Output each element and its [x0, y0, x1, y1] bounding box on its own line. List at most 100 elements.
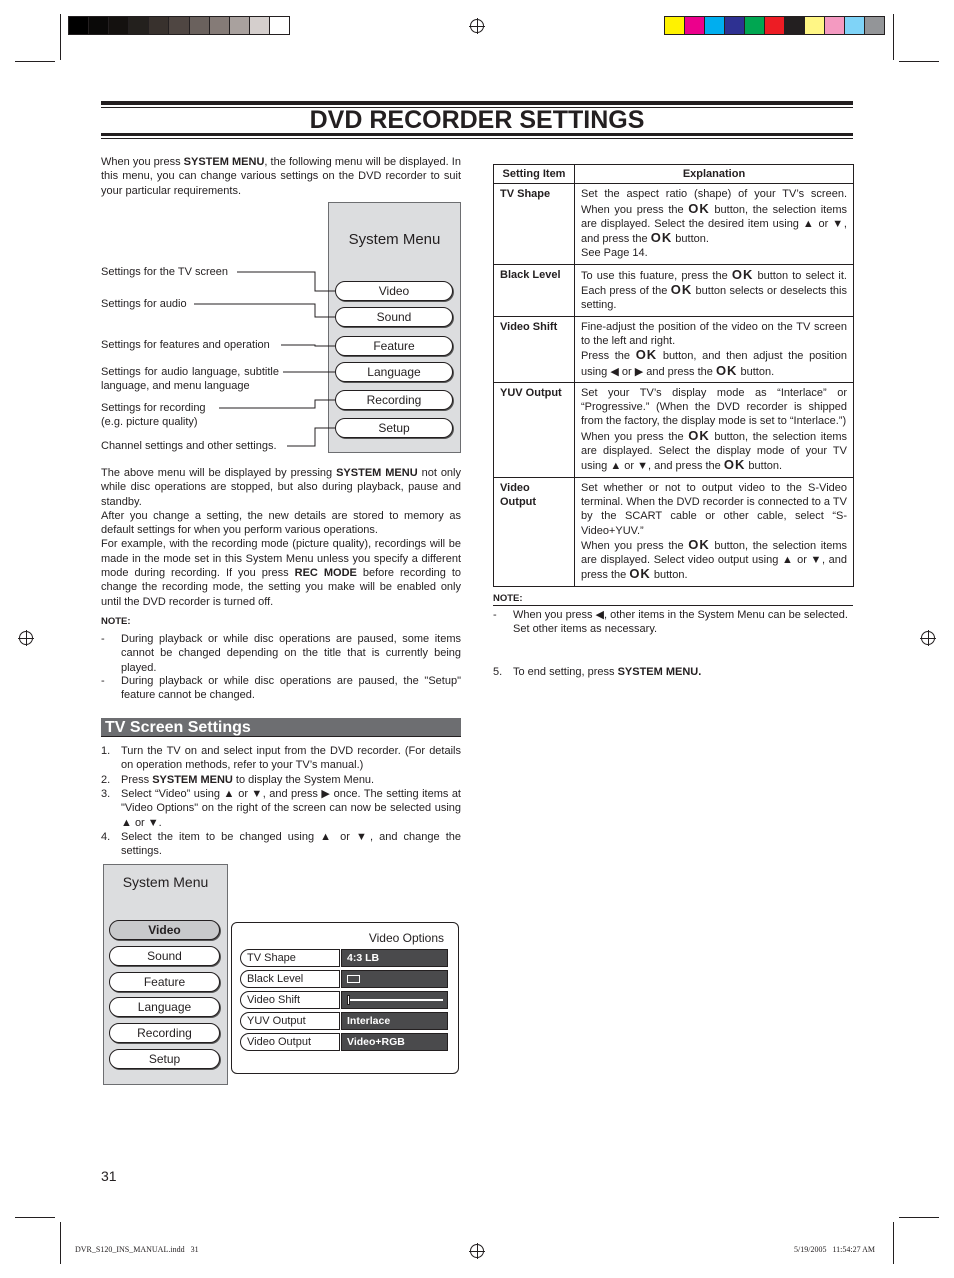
ok-button-glyph: OK — [688, 200, 710, 216]
option-row[interactable]: TV Shape 4:3 LB — [240, 949, 448, 967]
settings-table: Setting Item Explanation TV Shape Set the … — [493, 163, 854, 587]
video-options-panel: Video Options TV Shape 4:3 LB Black Level V… — [231, 922, 459, 1074]
label-tv-screen: Settings for the TV screen — [101, 266, 228, 278]
option-label: Black Level — [240, 970, 340, 988]
option-row[interactable]: Video Shift — [240, 991, 448, 1009]
note-text: When you press ◀, other items in the Sys… — [513, 608, 853, 637]
step-5: 5. To end setting, press SYSTEM MENU. — [493, 665, 853, 679]
ok-button-glyph: OK — [650, 230, 673, 246]
menu-description: The above menu will be displayed by pres… — [101, 466, 461, 609]
step-text: Press SYSTEM MENU to display the System … — [121, 773, 461, 787]
connector-line — [287, 427, 335, 447]
menu-button-feature[interactable]: Feature — [109, 972, 220, 992]
section-title: TV Screen Settings — [105, 719, 251, 736]
option-value[interactable]: Interlace — [341, 1012, 448, 1030]
text-run: Select “Video” using ▲ or ▼, and press ▶… — [121, 788, 461, 829]
step-2: 2. Press SYSTEM MENU to display the Syste… — [101, 773, 461, 787]
option-row[interactable]: YUV Output Interlace — [240, 1012, 448, 1030]
option-label: Video Output — [240, 1033, 340, 1051]
text-run: button. — [745, 460, 783, 473]
note-label: NOTE: — [493, 593, 523, 604]
table-row: YUV Output Set your TV’s display mode as … — [493, 381, 854, 478]
menu-button-setup[interactable]: Setup — [109, 1049, 220, 1069]
step-4: 4. Select the item to be changed using ▲ … — [101, 830, 461, 859]
menu-button-video[interactable]: Video — [109, 920, 220, 940]
text-run: button. — [737, 365, 775, 378]
crop-mark — [893, 1222, 894, 1264]
text-run: To use this fuature, press the — [581, 269, 732, 282]
step-3: 3. Select “Video” using ▲ or ▼, and press… — [101, 787, 461, 830]
explanation: Set the aspect ratio (shape) of your TV’… — [574, 183, 854, 265]
footer-date: 5/19/2005 11:54:27 AM — [794, 1245, 876, 1254]
page-number: 31 — [101, 1168, 117, 1184]
option-value[interactable]: Video+RGB — [341, 1033, 448, 1051]
table-row: Video Output Set whether or not to output… — [493, 476, 854, 587]
step-number: 3. — [101, 788, 111, 800]
checkbox-icon[interactable] — [347, 975, 360, 983]
note-rule — [493, 605, 853, 606]
step-1: 1. Turn the TV on and select input from t… — [101, 744, 461, 773]
note-item: - During playback or while disc operation… — [101, 675, 461, 702]
note-text: During playback or while disc operations… — [121, 675, 461, 702]
connector-line — [281, 344, 335, 347]
ok-button-glyph: OK — [688, 427, 710, 443]
option-value[interactable]: 4:3 LB — [341, 949, 448, 967]
table-row: Video Shift Fine-adjust the position of t… — [493, 315, 854, 383]
option-label: YUV Output — [240, 1012, 340, 1030]
ok-button-glyph: OK — [731, 266, 754, 282]
option-row[interactable]: Video Output Video+RGB — [240, 1033, 448, 1051]
setting-item: YUV Output — [493, 381, 575, 478]
option-value[interactable] — [341, 991, 448, 1009]
text-run: to display the System Menu. — [232, 774, 375, 786]
ok-button-glyph: OK — [670, 282, 693, 298]
section-header: TV Screen Settings — [101, 718, 461, 737]
text-run: not only while disc operations are stopp… — [101, 467, 461, 580]
bold-text: SYSTEM MENU — [336, 467, 418, 479]
step-number: 4. — [101, 831, 111, 843]
step-number: 2. — [101, 774, 111, 786]
table-row: TV Shape Set the aspect ratio (shape) of … — [493, 183, 854, 265]
menu-button-language[interactable]: Language — [109, 997, 220, 1017]
menu-button-recording[interactable]: Recording — [109, 1023, 220, 1043]
footer-file: DVR_S120_INS_MANUAL.indd 31 — [75, 1245, 199, 1254]
step-number: 1. — [101, 745, 111, 757]
slider-handle[interactable] — [347, 995, 350, 1005]
crop-mark — [15, 1217, 55, 1218]
text-run: To end setting, press — [513, 666, 618, 678]
text-run: Press — [121, 774, 153, 786]
option-row[interactable]: Black Level — [240, 970, 448, 988]
text-run: Select the item to be changed using ▲ or… — [121, 831, 461, 858]
crop-mark — [60, 1222, 61, 1264]
label-channel: Channel settings and other settings. — [101, 440, 277, 452]
table-header: Setting Item Explanation — [493, 163, 854, 185]
option-label: Video Shift — [240, 991, 340, 1009]
bold-text: REC MODE — [294, 567, 357, 580]
ok-button-glyph: OK — [688, 536, 710, 552]
label-recording: Settings for recording (e.g. picture qua… — [101, 402, 206, 428]
text-run: The above menu will be displayed by pres… — [101, 467, 337, 479]
ok-button-glyph: OK — [715, 362, 738, 378]
registration-mark-icon — [18, 630, 34, 646]
explanation: To use this fuature, press the OK button… — [574, 263, 854, 317]
system-menu-title: System Menu — [122, 874, 209, 890]
step-text: To end setting, press SYSTEM MENU. — [513, 665, 853, 679]
ok-button-glyph: OK — [629, 566, 651, 582]
video-options-title: Video Options — [368, 931, 444, 945]
menu-button-sound[interactable]: Sound — [109, 946, 220, 966]
header-explanation: Explanation — [574, 163, 854, 185]
registration-mark-icon — [920, 630, 936, 646]
note-item: - During playback or while disc operation… — [101, 633, 461, 674]
option-value[interactable] — [341, 970, 448, 988]
step-text: Select “Video” using ▲ or ▼, and press ▶… — [121, 787, 461, 830]
step-text: Turn the TV on and select input from the… — [121, 744, 461, 773]
text-run: When you press ◀, other items in the Sys… — [513, 609, 848, 636]
label-language: Settings for audio language, subtitle la… — [101, 366, 279, 392]
connector-line — [194, 303, 335, 318]
header-setting-item: Setting Item — [493, 163, 575, 185]
explanation: Fine-adjust the position of the video on… — [574, 315, 854, 383]
text-run: Turn the TV on and select input from the… — [121, 745, 461, 772]
label-audio: Settings for audio — [101, 298, 187, 310]
explanation: Set your TV’s display mode as “Interlace… — [574, 381, 854, 478]
slider-track[interactable] — [348, 999, 443, 1001]
table-row: Black Level To use this fuature, press th… — [493, 263, 854, 317]
